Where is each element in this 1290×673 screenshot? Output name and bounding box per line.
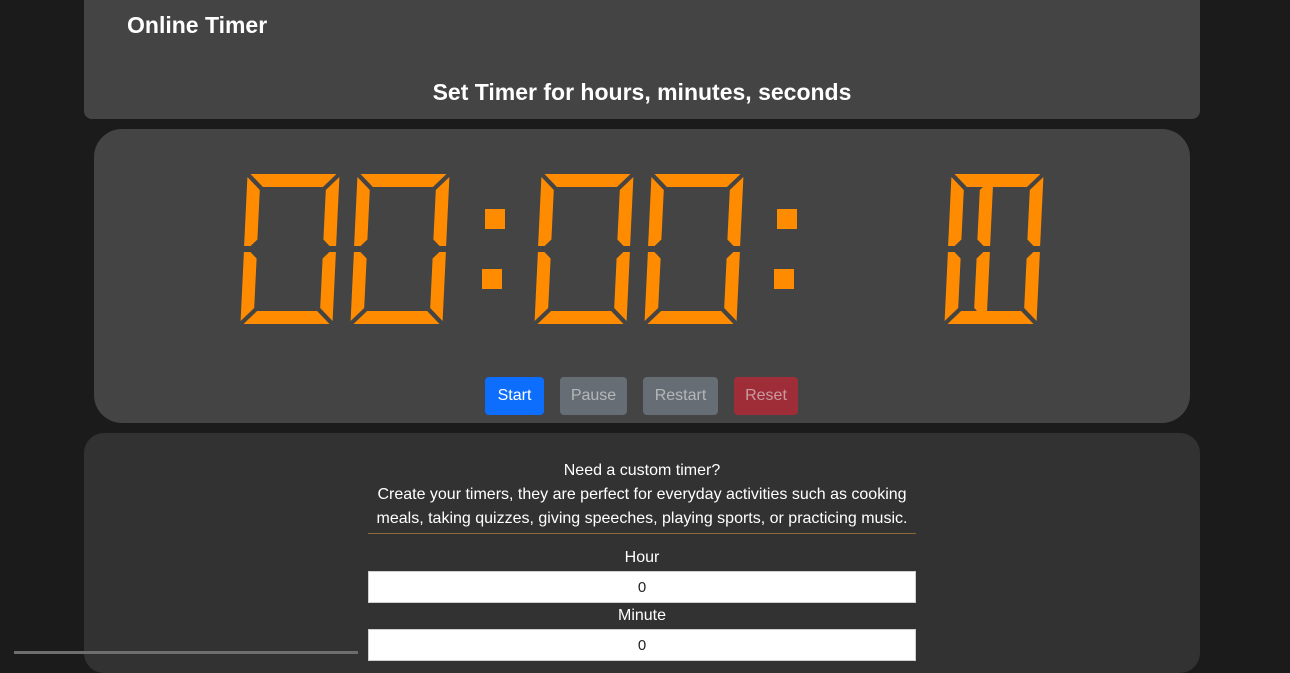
restart-button[interactable]: Restart	[643, 377, 718, 415]
segment-e	[350, 252, 367, 321]
colon-dot-1	[777, 209, 797, 229]
segment-b	[1027, 177, 1044, 246]
segment-f	[948, 177, 964, 246]
segment-d	[353, 311, 440, 324]
reset-button[interactable]: Reset	[734, 377, 798, 415]
segment-e	[240, 252, 257, 321]
segment-c	[1024, 252, 1040, 321]
segment-a	[954, 174, 1041, 187]
custom-timer-card: Need a custom timer? Create your timers,…	[84, 433, 1200, 673]
hours-digit-2	[350, 174, 450, 324]
start-button[interactable]: Start	[485, 377, 544, 415]
timer-controls: Start Pause Restart Reset	[94, 377, 1190, 415]
page-subtitle: Set Timer for hours, minutes, seconds	[432, 79, 852, 105]
app-title: Online Timer	[127, 12, 268, 38]
segment-b	[617, 177, 634, 246]
segment-f	[244, 177, 260, 246]
segment-f	[648, 177, 664, 246]
header-card: Online Timer Set Timer for hours, minute…	[84, 0, 1200, 119]
colon-2	[774, 209, 797, 289]
segment-e	[944, 252, 961, 321]
minutes-digit-1	[534, 174, 634, 324]
pause-button[interactable]: Pause	[560, 377, 627, 415]
segment-d	[947, 311, 1034, 324]
segment-e	[644, 252, 661, 321]
timer-card: Start Pause Restart Reset	[94, 129, 1190, 423]
colon-dot-1	[485, 209, 505, 229]
segment-c	[320, 252, 336, 321]
segment-d	[647, 311, 734, 324]
segment-f	[538, 177, 554, 246]
colon-dot-2	[482, 269, 502, 289]
segment-a	[360, 174, 447, 187]
segment-b	[727, 177, 744, 246]
segment-d	[537, 311, 624, 324]
minute-label: Minute	[617, 607, 667, 624]
segment-a	[654, 174, 741, 187]
minutes-digit-2	[644, 174, 744, 324]
colon-1	[482, 209, 505, 289]
colon-dot-2	[774, 269, 794, 289]
custom-timer-intro: Need a custom timer? Create your timers,…	[368, 459, 916, 534]
segment-a	[250, 174, 337, 187]
custom-timer-description-line1: Create your timers, they are perfect for…	[377, 486, 907, 503]
minute-input[interactable]	[368, 629, 916, 661]
segment-c	[614, 252, 630, 321]
segment-d	[243, 311, 330, 324]
segment-c	[974, 252, 990, 321]
hour-input[interactable]	[368, 571, 916, 603]
hour-label: Hour	[624, 549, 660, 566]
segment-b	[433, 177, 450, 246]
segment-e	[534, 252, 551, 321]
segment-c	[724, 252, 740, 321]
seconds-digit-1	[974, 177, 994, 321]
timer-display	[240, 174, 1044, 324]
custom-timer-heading: Need a custom timer?	[563, 462, 721, 479]
segment-a	[544, 174, 631, 187]
hours-digit-1	[240, 174, 340, 324]
segment-f	[354, 177, 370, 246]
segment-b	[323, 177, 340, 246]
segment-c	[430, 252, 446, 321]
segment-b	[977, 177, 994, 246]
custom-timer-description-line2: meals, taking quizzes, giving speeches, …	[376, 510, 908, 527]
seconds-digit-2	[944, 174, 1044, 324]
